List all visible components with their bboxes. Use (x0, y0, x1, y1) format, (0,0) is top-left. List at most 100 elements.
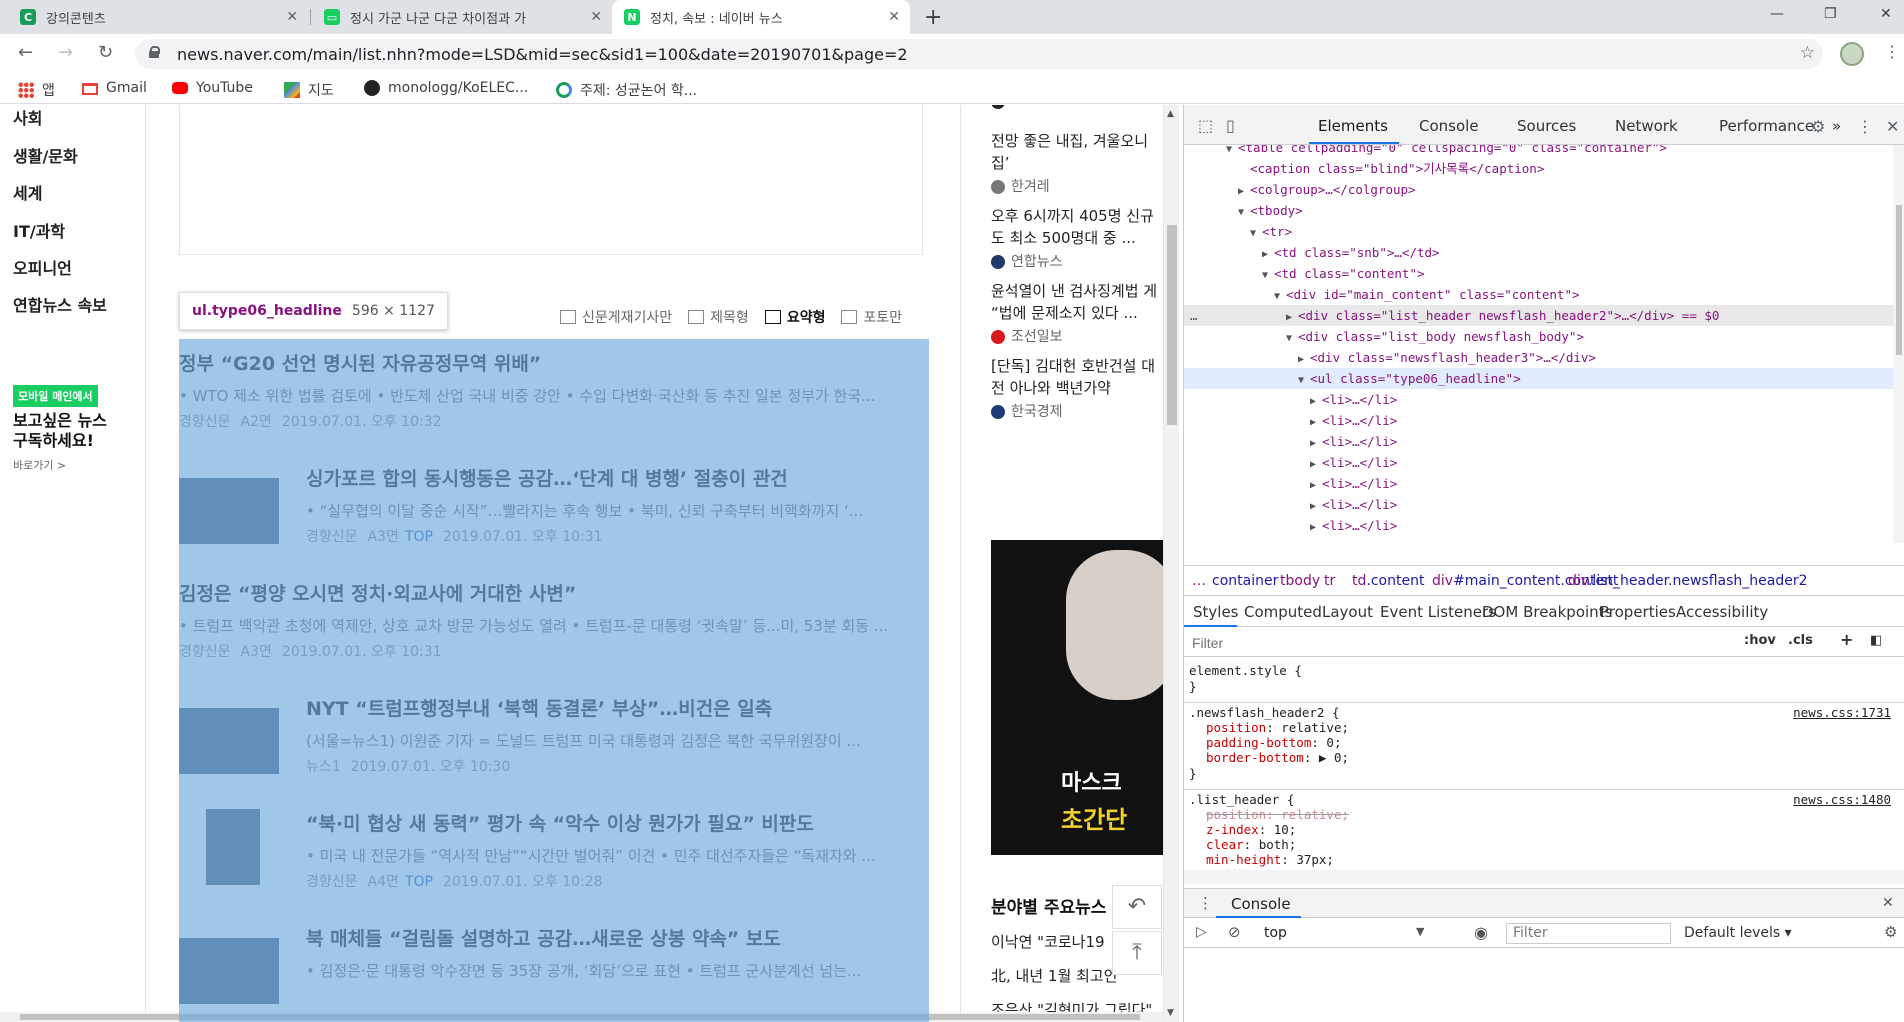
more-tabs-button[interactable]: » (1832, 117, 1841, 135)
expanded-triangle-icon[interactable]: ▼ (1238, 202, 1250, 223)
close-tab-icon[interactable]: ✕ (888, 9, 900, 25)
url-text[interactable]: news.naver.com/main/list.nhn?mode=LSD&mi… (177, 45, 908, 64)
subtab-computed[interactable]: Computed (1244, 603, 1322, 621)
bookmark-youtube[interactable]: YouTube (172, 80, 253, 96)
css-property-name[interactable]: position (1206, 720, 1266, 735)
css-property-name[interactable]: position (1206, 807, 1266, 822)
dom-node[interactable]: ▶ <td class="snb">…</td> (1184, 242, 1894, 263)
profile-avatar[interactable] (1840, 42, 1864, 66)
close-drawer-icon[interactable]: ✕ (1882, 895, 1894, 911)
node-actions-icon[interactable]: … (1190, 305, 1198, 326)
breadcrumb-item[interactable]: div.list_header.newsflash_header2 (1568, 573, 1808, 589)
expanded-triangle-icon[interactable]: ▼ (1262, 265, 1274, 286)
subtab-accessibility[interactable]: Accessibility (1676, 603, 1768, 621)
dom-node[interactable]: ▶ <li>…</li> (1184, 431, 1894, 452)
right-news-item[interactable]: 전망 좋은 내집, 겨울오니 집’ 한겨레 (991, 130, 1163, 198)
styles-filter-input[interactable] (1192, 633, 1722, 653)
scroll-top-button[interactable]: ⤒ (1112, 931, 1162, 975)
dom-node[interactable]: ▶ <div class="newsflash_header3">…</div> (1184, 347, 1894, 368)
close-tab-icon[interactable]: ✕ (590, 9, 602, 25)
dom-node[interactable]: ▶ <li>…</li> (1184, 494, 1894, 515)
drawer-tab-console[interactable]: Console (1231, 895, 1291, 913)
dom-node[interactable]: … ▶ <div class="list_header newsflash_head… (1184, 305, 1894, 326)
toggle-sidebar-icon[interactable]: ◧ (1870, 633, 1882, 648)
dom-node[interactable]: ▶ <li>…</li> (1184, 515, 1894, 536)
dom-node[interactable]: <caption class="blind">기사목록</caption> (1184, 158, 1894, 179)
clear-console-icon[interactable]: ⊘ (1228, 923, 1241, 941)
device-toolbar-icon[interactable]: ▯ (1226, 116, 1235, 135)
console-filter-input[interactable]: Filter (1506, 923, 1671, 944)
style-rule-selector[interactable]: element.style { (1189, 663, 1889, 679)
css-property-name[interactable]: z-index (1206, 822, 1259, 837)
css-property[interactable]: border-bottom: ▶ 0; (1206, 750, 1904, 766)
dom-node[interactable]: ▶ <li>…</li> (1184, 389, 1894, 410)
subtab-event-listeners[interactable]: Event Listeners (1380, 603, 1496, 621)
tab-performance[interactable]: Performance (1719, 117, 1814, 135)
devtools-menu-icon[interactable]: ⋮ (1857, 117, 1873, 136)
sidebar-item-world[interactable]: 세계 (13, 180, 42, 204)
css-property-name[interactable]: clear (1206, 837, 1244, 852)
subtab-layout[interactable]: Layout (1322, 603, 1373, 621)
page-scrollbar[interactable]: ▲ ▼ (1163, 105, 1179, 1022)
css-property-value[interactable]: 37px; (1296, 852, 1334, 867)
inspect-element-icon[interactable]: ⬚ (1198, 116, 1213, 135)
log-levels-dropdown[interactable]: Default levels ▾ (1684, 925, 1792, 941)
collapsed-triangle-icon[interactable]: ▶ (1298, 349, 1310, 370)
bookmark-apps[interactable]: 앱 (18, 80, 55, 100)
sidebar-item-life-culture[interactable]: 생활/문화 (13, 143, 78, 167)
expanded-triangle-icon[interactable]: ▼ (1298, 370, 1310, 391)
css-property[interactable]: position: relative; (1206, 720, 1904, 736)
view-tab-print-only[interactable]: 신문게재기사만 (560, 307, 672, 327)
chevron-down-icon[interactable]: ▼ (1416, 925, 1424, 938)
browser-menu-icon[interactable]: ⋮ (1884, 42, 1900, 61)
css-property[interactable]: position: relative; (1206, 807, 1904, 823)
dom-node[interactable]: ▼ <div class="list_body newsflash_body"> (1184, 326, 1894, 347)
bookmark-gmail[interactable]: Gmail (82, 80, 147, 96)
dom-node[interactable]: ▼ <td class="content"> (1184, 263, 1894, 284)
right-news-title[interactable]: 윤석열이 낸 검사징계법 게 “법에 문제소지 있다 ... (991, 280, 1163, 324)
collapsed-triangle-icon[interactable]: ▶ (1262, 244, 1274, 265)
tab-console[interactable]: Console (1419, 117, 1479, 135)
collapsed-triangle-icon[interactable]: ▶ (1286, 307, 1298, 328)
section-news-item[interactable]: 이낙연 "코로나19 (991, 931, 1105, 952)
css-property-name[interactable]: border-bottom (1206, 750, 1304, 765)
forward-arrow-icon[interactable]: → (58, 42, 73, 63)
scroll-up-arrow-icon[interactable]: ▲ (1167, 109, 1174, 119)
view-tab-title[interactable]: 제목형 (688, 307, 749, 327)
right-news-item[interactable]: [단독] 김대헌 호반건설 대 전 아나와 백년가약 한국경제 (991, 355, 1163, 423)
console-sidebar-icon[interactable]: ▷ (1196, 924, 1207, 940)
collapsed-triangle-icon[interactable]: ▶ (1310, 412, 1322, 433)
css-property-value[interactable]: 10; (1274, 822, 1297, 837)
tab-elements[interactable]: Elements (1318, 117, 1388, 135)
dom-node[interactable]: ▶ <colgroup>…</colgroup> (1184, 179, 1894, 200)
dom-node[interactable]: ▶ <li>…</li> (1184, 473, 1894, 494)
scroll-down-arrow-icon[interactable]: ▼ (1167, 1008, 1174, 1018)
tab-2[interactable]: ▭ 정시 가군 나군 다군 차이점과 가 ✕ (312, 0, 612, 34)
eye-icon[interactable]: ◉ (1474, 923, 1488, 942)
new-tab-button[interactable]: + (924, 5, 942, 30)
sidebar-item-yonhap-flash[interactable]: 연합뉴스 속보 (13, 292, 107, 316)
drawer-menu-icon[interactable]: ⋮ (1198, 894, 1213, 912)
collapsed-triangle-icon[interactable]: ▶ (1310, 496, 1322, 517)
css-property-name[interactable]: padding-bottom (1206, 735, 1311, 750)
sidebar-item-society[interactable]: 사회 (13, 105, 42, 129)
bookmark-maps[interactable]: 지도 (284, 80, 334, 100)
breadcrumb-item[interactable]: container (1212, 573, 1278, 589)
right-news-item[interactable]: 오후 6시까지 405명 신규 도 최소 500명대 중 ... 연합뉴스 (991, 205, 1163, 273)
dom-scrollbar[interactable] (1893, 145, 1904, 543)
view-tab-photo[interactable]: 포토만 (841, 307, 902, 327)
bookmark-topic[interactable]: 주제: 성균논어 학... (556, 80, 697, 100)
css-property[interactable]: z-index: 10; (1206, 822, 1904, 838)
section-news-item[interactable]: 北, 내년 1월 최고인 (991, 965, 1117, 986)
css-property-value[interactable]: relative; (1281, 720, 1349, 735)
add-rule-icon[interactable]: + (1840, 630, 1853, 649)
hover-state-toggle[interactable]: :hov (1744, 633, 1776, 648)
class-toggle[interactable]: .cls (1788, 633, 1813, 648)
right-news-item[interactable]: 윤석열이 낸 검사징계법 게 “법에 문제소지 있다 ... 조선일보 (991, 280, 1163, 348)
css-property[interactable]: min-height: 37px; (1206, 852, 1904, 868)
dom-node[interactable]: ▼ <div id="main_content" class="content"> (1184, 284, 1894, 305)
restore-button[interactable]: ❐ (1824, 6, 1837, 22)
context-selector[interactable]: top (1264, 925, 1287, 941)
expanded-triangle-icon[interactable]: ▼ (1286, 328, 1298, 349)
breadcrumb-item[interactable]: tbody (1280, 573, 1320, 589)
